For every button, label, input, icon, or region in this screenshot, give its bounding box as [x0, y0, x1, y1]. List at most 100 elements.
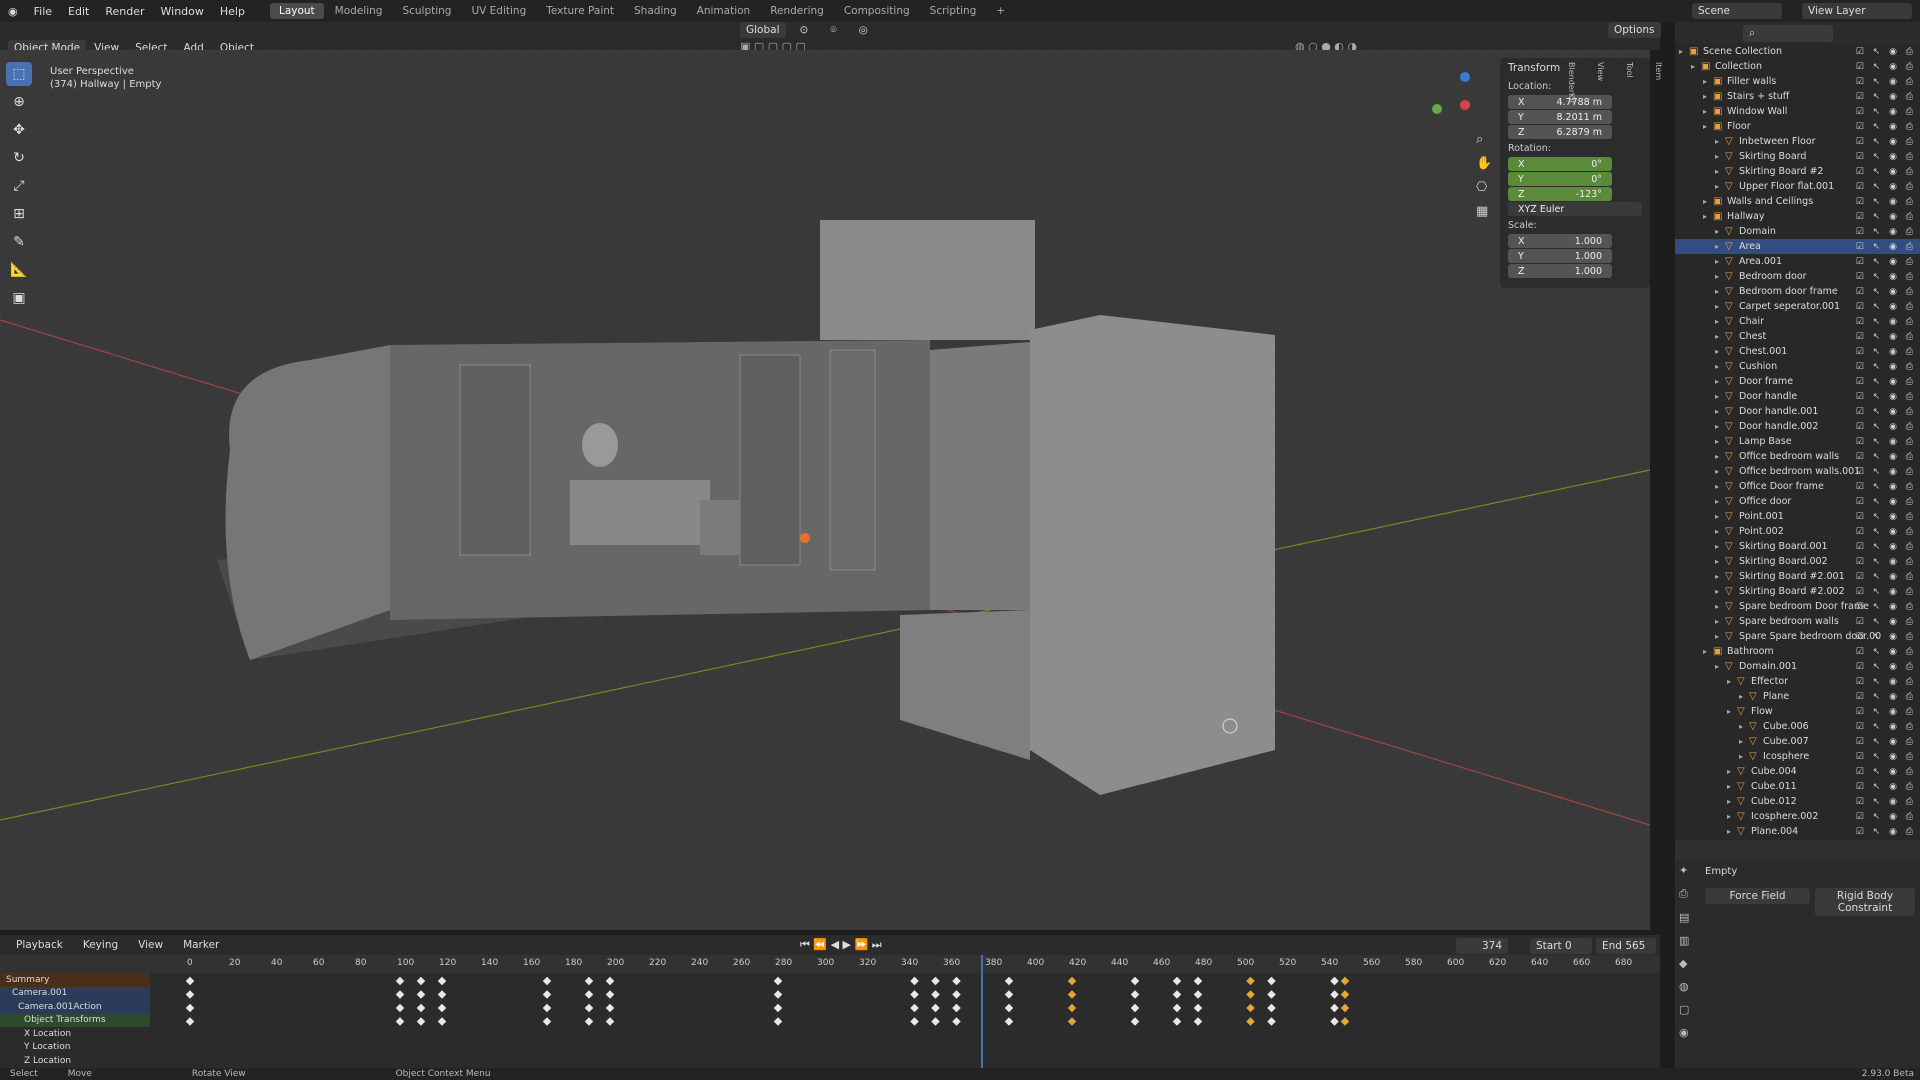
expand-arrow-icon[interactable]: ▸	[1715, 332, 1725, 341]
outliner-row[interactable]: ▸ ▽ Carpet seperator.001 ☑ ↖ ◉ ⎙	[1675, 299, 1920, 314]
expand-arrow-icon[interactable]: ▸	[1703, 92, 1713, 101]
channel-row[interactable]: X Location	[0, 1027, 150, 1041]
keyframe-marker[interactable]	[910, 1003, 919, 1013]
tab-tool[interactable]: Tool	[1625, 62, 1634, 104]
visibility-toggles-icon[interactable]: ☑ ↖ ◉ ⎙	[1856, 782, 1916, 792]
channel-row[interactable]: Summary	[0, 973, 150, 987]
keyframe-marker[interactable]	[1330, 976, 1339, 986]
location-z-field[interactable]: Z 6.2879 m	[1508, 125, 1612, 139]
visibility-toggles-icon[interactable]: ☑ ↖ ◉ ⎙	[1856, 602, 1916, 612]
outliner-row[interactable]: ▸ ▽ Skirting Board #2 ☑ ↖ ◉ ⎙	[1675, 164, 1920, 179]
workspace-tab-scripting[interactable]: Scripting	[921, 3, 986, 19]
rotate-icon[interactable]: ↻	[6, 146, 32, 170]
annotate-icon[interactable]: ✎	[6, 230, 32, 254]
keyframe-marker[interactable]	[1130, 1017, 1140, 1026]
expand-arrow-icon[interactable]: ▸	[1715, 362, 1725, 371]
visibility-toggles-icon[interactable]: ☑ ↖ ◉ ⎙	[1856, 287, 1916, 297]
keyframe-marker[interactable]	[1193, 1003, 1203, 1013]
visibility-toggles-icon[interactable]: ☑ ↖ ◉ ⎙	[1856, 347, 1916, 357]
expand-arrow-icon[interactable]: ▸	[1715, 557, 1725, 566]
3d-viewport[interactable]: User Perspective (374) Hallway | Empty ⌕…	[0, 50, 1650, 930]
proportional-edit-icon[interactable]: ◎	[851, 22, 876, 38]
menu-view-timeline[interactable]: View	[130, 937, 171, 953]
keyframe-marker[interactable]	[1246, 1003, 1255, 1013]
visibility-toggles-icon[interactable]: ☑ ↖ ◉ ⎙	[1856, 467, 1916, 477]
keyframe-marker[interactable]	[773, 990, 783, 999]
visibility-toggles-icon[interactable]: ☑ ↖ ◉ ⎙	[1856, 482, 1916, 492]
camera-view-icon[interactable]: ⎔	[1476, 180, 1492, 195]
cursor-icon[interactable]: ⊕	[6, 90, 32, 114]
keyframe-marker[interactable]	[1340, 1003, 1350, 1013]
visibility-toggles-icon[interactable]: ☑ ↖ ◉ ⎙	[1856, 737, 1916, 747]
visibility-toggles-icon[interactable]: ☑ ↖ ◉ ⎙	[1856, 422, 1916, 432]
outliner-row[interactable]: ▸ ▽ Office Door frame ☑ ↖ ◉ ⎙	[1675, 479, 1920, 494]
outliner-row[interactable]: ▸ ▽ Point.001 ☑ ↖ ◉ ⎙	[1675, 509, 1920, 524]
keyframe-marker[interactable]	[395, 976, 405, 986]
scene-props-icon[interactable]: ◆	[1679, 957, 1689, 970]
outliner-row[interactable]: ▸ ▽ Bedroom door frame ☑ ↖ ◉ ⎙	[1675, 284, 1920, 299]
expand-arrow-icon[interactable]: ▸	[1727, 767, 1737, 776]
workspace-tab-sculpting[interactable]: Sculpting	[393, 3, 460, 19]
rotation-mode-dropdown[interactable]: XYZ Euler	[1508, 202, 1642, 216]
visibility-toggles-icon[interactable]: ☑ ↖ ◉ ⎙	[1856, 197, 1916, 207]
menu-keying[interactable]: Keying	[75, 937, 126, 953]
keyframe-marker[interactable]	[1172, 990, 1182, 999]
keyframe-marker[interactable]	[931, 990, 940, 999]
scene-selector[interactable]: Scene	[1692, 3, 1782, 19]
view-layer-selector[interactable]: View Layer	[1802, 3, 1912, 19]
options-dropdown[interactable]: Options	[1608, 22, 1661, 38]
expand-arrow-icon[interactable]: ▸	[1715, 392, 1725, 401]
keyframe-area[interactable]	[150, 973, 1660, 1068]
channel-row[interactable]: Camera.001	[0, 986, 150, 1000]
keyframe-marker[interactable]	[416, 990, 426, 999]
outliner-row[interactable]: ▸ ▽ Door handle.002 ☑ ↖ ◉ ⎙	[1675, 419, 1920, 434]
keyframe-marker[interactable]	[1267, 1003, 1276, 1013]
visibility-toggles-icon[interactable]: ☑ ↖ ◉ ⎙	[1856, 812, 1916, 822]
expand-arrow-icon[interactable]: ▸	[1715, 377, 1725, 386]
channel-row[interactable]: Y Location	[0, 1041, 150, 1055]
keyframe-marker[interactable]	[1172, 1003, 1182, 1013]
visibility-toggles-icon[interactable]: ☑ ↖ ◉ ⎙	[1856, 47, 1916, 57]
measure-icon[interactable]: 📐	[6, 258, 32, 282]
physics-props-icon[interactable]: ◉	[1679, 1026, 1689, 1039]
keyframe-marker[interactable]	[1130, 990, 1140, 999]
selected-empty[interactable]	[800, 533, 810, 543]
outliner-row[interactable]: ▸ ▣ Filler walls ☑ ↖ ◉ ⎙	[1675, 74, 1920, 89]
location-y-field[interactable]: Y 8.2011 m	[1508, 110, 1612, 124]
expand-arrow-icon[interactable]: ▸	[1715, 167, 1725, 176]
pivot-icon[interactable]: ⊙	[792, 22, 817, 38]
keyframe-marker[interactable]	[952, 976, 961, 986]
keyframe-marker[interactable]	[1330, 1017, 1339, 1026]
keyframe-marker[interactable]	[952, 1003, 961, 1013]
menu-playback[interactable]: Playback	[8, 937, 71, 953]
outliner-row[interactable]: ▸ ▽ Skirting Board #2.001 ☑ ↖ ◉ ⎙	[1675, 569, 1920, 584]
keyframe-marker[interactable]	[185, 1017, 195, 1026]
outliner-row[interactable]: ▸ ▽ Chair ☑ ↖ ◉ ⎙	[1675, 314, 1920, 329]
keyframe-marker[interactable]	[1004, 990, 1014, 999]
expand-arrow-icon[interactable]: ▸	[1679, 47, 1689, 56]
move-icon[interactable]: ✥	[6, 118, 32, 142]
keyframe-marker[interactable]	[931, 976, 940, 986]
outliner-row[interactable]: ▸ ▽ Domain ☑ ↖ ◉ ⎙	[1675, 224, 1920, 239]
visibility-toggles-icon[interactable]: ☑ ↖ ◉ ⎙	[1856, 137, 1916, 147]
outliner-row[interactable]: ▸ ▽ Skirting Board.001 ☑ ↖ ◉ ⎙	[1675, 539, 1920, 554]
outliner-row[interactable]: ▸ ▽ Office door ☑ ↖ ◉ ⎙	[1675, 494, 1920, 509]
snap-icon[interactable]: ⌾	[822, 22, 844, 39]
outliner-row[interactable]: ▸ ▽ Cushion ☑ ↖ ◉ ⎙	[1675, 359, 1920, 374]
expand-arrow-icon[interactable]: ▸	[1739, 692, 1749, 701]
object-props-icon[interactable]: ▢	[1679, 1003, 1689, 1016]
expand-arrow-icon[interactable]: ▸	[1715, 632, 1725, 641]
force-field-button[interactable]: Force Field	[1705, 888, 1810, 904]
visibility-toggles-icon[interactable]: ☑ ↖ ◉ ⎙	[1856, 392, 1916, 402]
expand-arrow-icon[interactable]: ▸	[1715, 272, 1725, 281]
outliner-row[interactable]: ▸ ▽ Office bedroom walls.001 ☑ ↖ ◉ ⎙	[1675, 464, 1920, 479]
visibility-toggles-icon[interactable]: ☑ ↖ ◉ ⎙	[1856, 722, 1916, 732]
keyframe-marker[interactable]	[542, 990, 552, 999]
visibility-toggles-icon[interactable]: ☑ ↖ ◉ ⎙	[1856, 317, 1916, 327]
tool-props-icon[interactable]: ✦	[1679, 864, 1689, 877]
menu-window[interactable]: Window	[153, 5, 212, 18]
outliner-row[interactable]: ▸ ▽ Cube.012 ☑ ↖ ◉ ⎙	[1675, 794, 1920, 809]
keyframe-marker[interactable]	[542, 1003, 552, 1013]
outliner-row[interactable]: ▸ ▽ Point.002 ☑ ↖ ◉ ⎙	[1675, 524, 1920, 539]
workspace-tab-uv-editing[interactable]: UV Editing	[462, 3, 535, 19]
